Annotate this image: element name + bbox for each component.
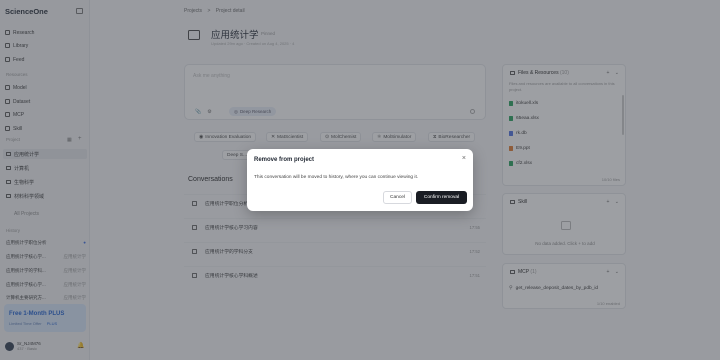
confirm-removal-button[interactable]: Confirm removal (416, 191, 467, 204)
dialog-title: Remove from project (254, 157, 315, 163)
app-root: ScienceOne Research Library Feed Resourc… (0, 0, 720, 360)
remove-from-project-dialog: Remove from project × This conversation … (247, 149, 473, 211)
cancel-button[interactable]: Cancel (383, 191, 412, 204)
dialog-message: This conversation will be moved to histo… (254, 175, 419, 180)
close-icon[interactable]: × (462, 155, 466, 162)
